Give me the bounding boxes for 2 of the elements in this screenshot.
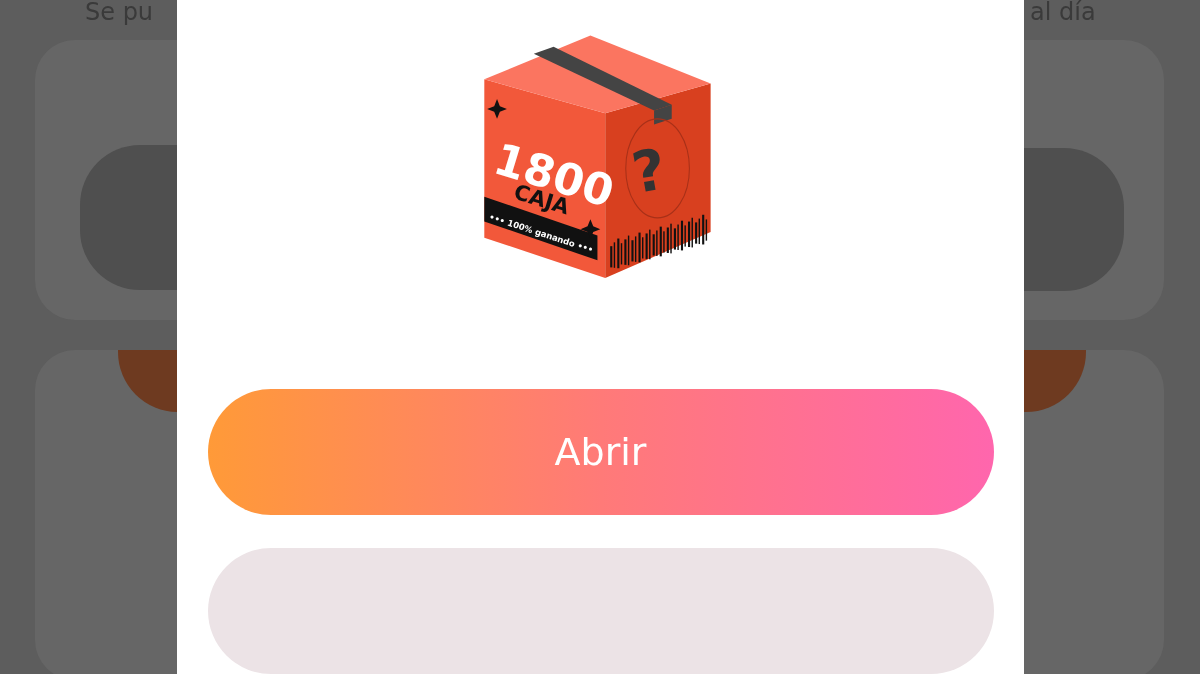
question-mark: ?	[626, 135, 671, 206]
open-button[interactable]: Abrir	[207, 389, 994, 515]
